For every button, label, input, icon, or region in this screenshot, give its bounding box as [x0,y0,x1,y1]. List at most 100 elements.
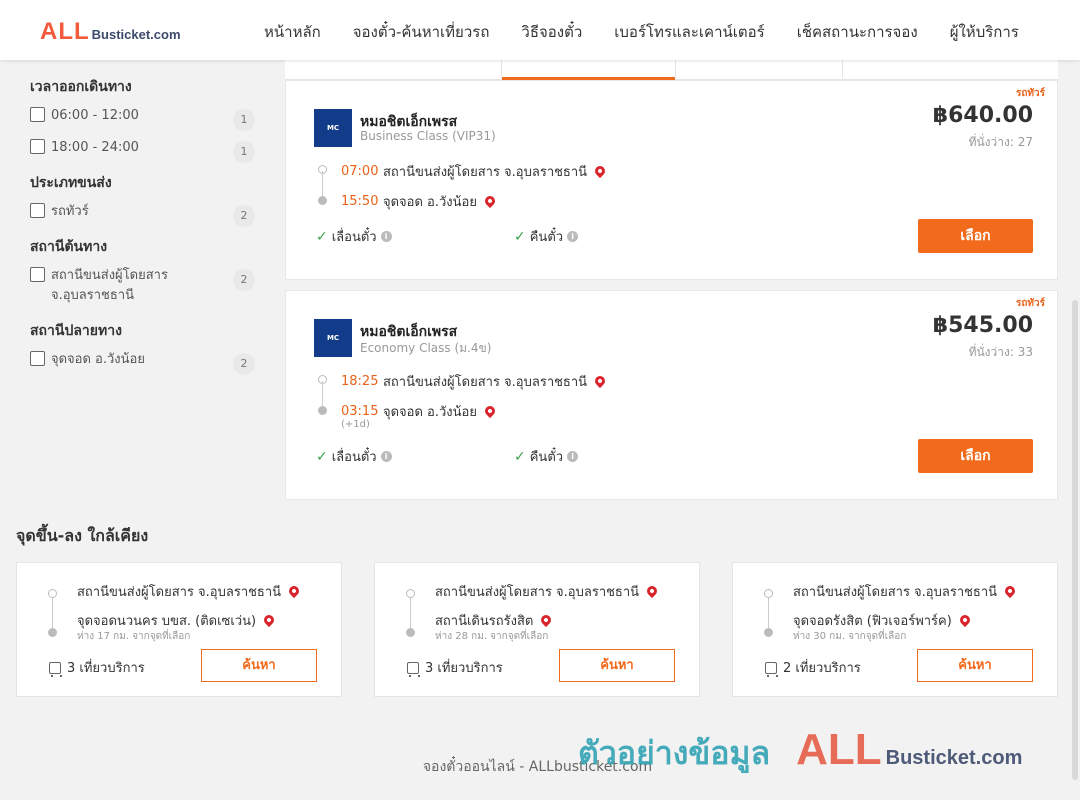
timeline-end-dot [48,628,57,637]
arrival-time: 03:15 [341,404,379,419]
filter-option[interactable]: สถานีขนส่งผู้โดยสาร จ.อุบลราชธานี 2 [30,266,260,306]
check-icon: ✓ [514,448,526,465]
nearby-search-button[interactable]: ค้นหา [559,649,675,682]
timeline-start-dot [48,589,57,598]
info-icon[interactable]: i [567,451,579,462]
nearby-from: สถานีขนส่งผู้โดยสาร จ.อุบลราชธานี [793,581,1018,602]
nearby-from: สถานีขนส่งผู้โดยสาร จ.อุบลราชธานี [435,581,660,602]
feature-reschedule: ✓ เลื่อนตั๋ว i [316,446,392,467]
map-pin-icon[interactable] [592,163,608,178]
operator-logo: MC EXPRESS [314,319,352,380]
check-icon: ✓ [316,228,328,245]
map-pin-icon[interactable] [482,403,498,418]
check-icon: ✓ [514,228,526,245]
map-pin-icon[interactable] [262,612,277,627]
timeline-end-dot [764,628,773,637]
nearby-search-button[interactable]: ค้นหา [917,649,1033,682]
map-pin-icon[interactable] [592,373,608,388]
feature-label: เลื่อนตั๋ว [331,450,377,465]
departure-place: สถานีขนส่งผู้โดยสาร จ.อุบลราชธานี [383,375,588,390]
map-pin-icon[interactable] [286,583,302,598]
map-pin-icon[interactable] [1002,583,1018,598]
nearby-route-card: สถานีขนส่งผู้โดยสาร จ.อุบลราชธานี จุดจอด… [16,562,342,697]
trip-card: รถทัวร์ MC EXPRESS หมอชิตเอ็กเพรส Busine… [285,80,1058,280]
map-pin-icon[interactable] [644,583,660,598]
timeline-end-dot [318,196,327,205]
map-pin-icon[interactable] [957,612,972,627]
info-icon[interactable]: i [380,451,392,462]
nearby-route-card: สถานีขนส่งผู้โดยสาร จ.อุบลราชธานี จุดจอด… [732,562,1058,697]
checkbox[interactable] [30,203,45,218]
page-scrollbar[interactable] [1072,300,1078,780]
map-pin-icon[interactable] [539,612,554,627]
nearby-to-label: จุดจอดนวนคร บขส. (ติดเซเว่น) [77,614,257,629]
count-badge: 2 [233,353,255,375]
timeline-line [768,598,769,628]
select-trip-button[interactable]: เลือก [918,439,1033,473]
filter-destination: สถานีปลายทาง จุดจอด อ.วังน้อย 2 [30,320,260,375]
nav-check-booking[interactable]: เช็คสถานะการจอง [781,20,934,44]
seats-available: ที่นั่งว่าง: 27 [968,135,1033,149]
filter-option-label: รถทัวร์ [51,204,89,219]
count-badge: 1 [233,109,255,131]
nav-contact-counters[interactable]: เบอร์โทรและเคาน์เตอร์ [598,20,780,44]
checkbox[interactable] [30,351,45,366]
filter-title: สถานีต้นทาง [30,239,108,255]
nearby-to: จุดจอดรังสิต (ฟิวเจอร์พาร์ค) [793,610,972,631]
departure-stop: 07:00 สถานีขนส่งผู้โดยสาร จ.อุบลราชธานี [341,161,608,182]
sample-data-watermark: ตัวอย่างข้อมูล ALL Busticket.com [578,725,1022,779]
filter-option-label: สถานีขนส่งผู้โดยสาร จ.อุบลราชธานี [51,268,168,303]
nearby-from-label: สถานีขนส่งผู้โดยสาร จ.อุบลราชธานี [77,585,282,600]
top-header: ALL Busticket.com หน้าหลัก จองตั๋ว-ค้นหา… [0,0,1080,60]
filter-option[interactable]: 06:00 - 12:00 1 [30,106,260,131]
info-icon[interactable]: i [380,231,392,242]
select-trip-button[interactable]: เลือก [918,219,1033,253]
checkbox[interactable] [30,107,45,122]
timeline-end-dot [318,406,327,415]
nav-home[interactable]: หน้าหลัก [248,20,337,44]
filter-title: เวลาออกเดินทาง [30,79,132,95]
count-badge: 1 [233,141,255,163]
nav-operators[interactable]: ผู้ให้บริการ [934,20,1035,44]
nearby-trip-count: 2 เที่ยวบริการ [765,657,861,678]
trip-count-label: 3 เที่ยวบริการ [425,661,503,676]
seats-available: ที่นั่งว่าง: 33 [968,345,1033,359]
bus-icon [49,661,62,677]
checkbox[interactable] [30,139,45,154]
nearby-trip-count: 3 เที่ยวบริการ [49,657,145,678]
feature-label: คืนตั๋ว [529,450,564,465]
nearby-search-button[interactable]: ค้นหา [201,649,317,682]
feature-label: คืนตั๋ว [529,230,564,245]
info-icon[interactable]: i [567,231,579,242]
filter-option[interactable]: รถทัวร์ 2 [30,202,260,227]
logo-busticket-text: Busticket.com [91,27,181,42]
site-logo[interactable]: ALL Busticket.com [40,18,181,46]
check-icon: ✓ [316,448,328,465]
filter-origin: สถานีต้นทาง สถานีขนส่งผู้โดยสาร จ.อุบลรา… [30,236,260,306]
nav-how-to-book[interactable]: วิธีจองตั๋ว [505,20,598,44]
filter-title: สถานีปลายทาง [30,323,122,339]
nearby-route-card: สถานีขนส่งผู้โดยสาร จ.อุบลราชธานี สถานีเ… [374,562,700,697]
checkbox[interactable] [30,267,45,282]
departure-time: 18:25 [341,374,379,389]
timeline-start-dot [406,589,415,598]
filter-option[interactable]: จุดจอด อ.วังน้อย 2 [30,350,260,375]
seat-class: Economy Class (ม.4ข) [360,341,492,355]
trip-card: รถทัวร์ MC EXPRESS หมอชิตเอ็กเพรส Econom… [285,290,1058,500]
filter-option-label: 18:00 - 24:00 [51,140,139,155]
vehicle-type-tag: รถทัวร์ [1015,88,1045,99]
nearby-distance: ห่าง 17 กม. จากจุดที่เลือก [77,631,191,642]
filter-departure-time: เวลาออกเดินทาง 06:00 - 12:00 1 18:00 - 2… [30,76,260,163]
map-pin-icon[interactable] [482,193,498,208]
count-badge: 2 [233,269,255,291]
nearby-to: สถานีเดินรถรังสิต [435,610,554,631]
nearby-to: จุดจอดนวนคร บขส. (ติดเซเว่น) [77,610,277,631]
nav-book-search[interactable]: จองตั๋ว-ค้นหาเที่ยวรถ [337,20,506,44]
main-nav: หน้าหลัก จองตั๋ว-ค้นหาเที่ยวรถ วิธีจองตั… [248,20,1035,44]
timeline-end-dot [406,628,415,637]
vehicle-type-tag: รถทัวร์ [1015,298,1045,309]
filter-option[interactable]: 18:00 - 24:00 1 [30,138,260,163]
bus-icon [407,661,420,677]
tab-divider [842,60,843,78]
arrival-place: จุดจอด อ.วังน้อย [383,195,477,210]
